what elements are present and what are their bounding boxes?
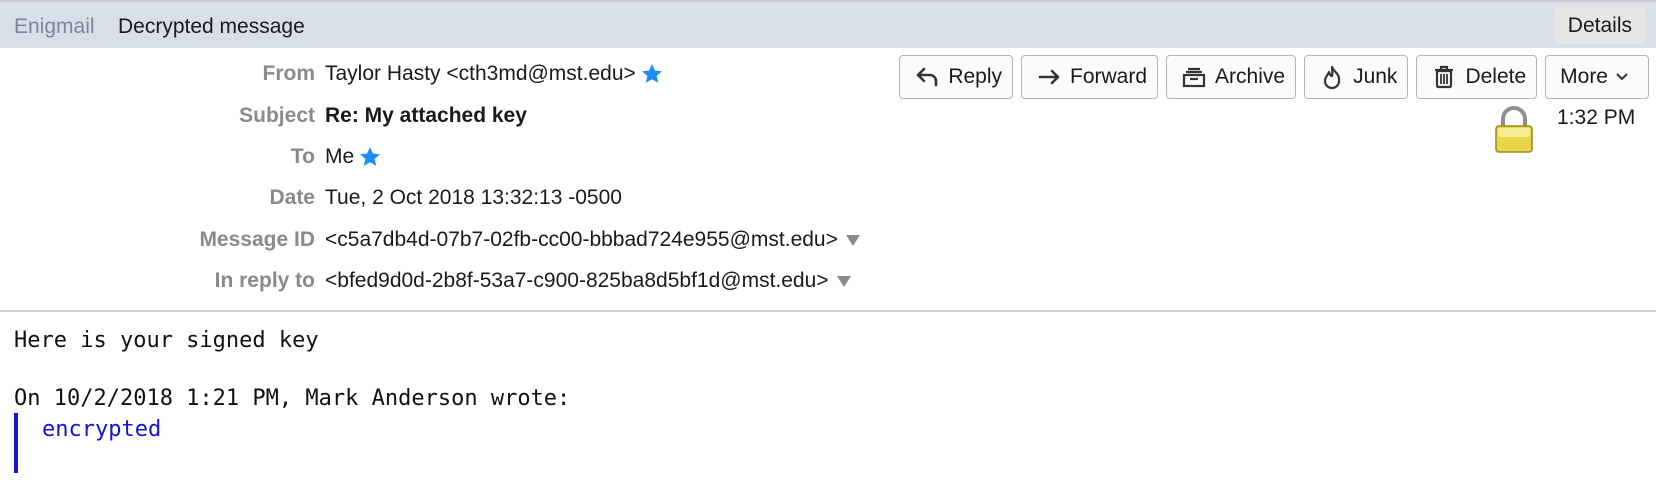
- message-id-label: Message ID: [199, 228, 315, 251]
- reply-label: Reply: [948, 65, 1003, 88]
- from-row: From Taylor Hasty <cth3md@mst.edu>: [0, 59, 664, 89]
- to-row: To Me: [0, 142, 382, 172]
- date-label: Date: [269, 186, 315, 209]
- archive-icon: [1182, 67, 1206, 88]
- reply-button[interactable]: Reply: [899, 55, 1014, 99]
- reply-icon: [917, 67, 938, 87]
- enigmail-label: Enigmail: [14, 15, 95, 38]
- to-value[interactable]: Me: [325, 145, 382, 169]
- more-button[interactable]: More: [1545, 55, 1649, 99]
- subject-label: Subject: [239, 104, 315, 127]
- message-body: Here is your signed key On 10/2/2018 1:2…: [14, 328, 570, 415]
- from-address[interactable]: Taylor Hasty <cth3md@mst.edu>: [325, 62, 636, 86]
- subject-value: Re: My attached key: [325, 104, 527, 127]
- to-label: To: [290, 145, 315, 168]
- in-reply-to-text[interactable]: <bfed9d0d-2b8f-53a7-c900-825ba8d5bf1d@ms…: [325, 269, 829, 293]
- message-id-row: Message ID <c5a7db4d-07b7-02fb-cc00-bbba…: [0, 225, 860, 255]
- quoted-text: encrypted: [42, 417, 162, 442]
- star-icon[interactable]: [358, 145, 382, 169]
- quote-attribution: On 10/2/2018 1:21 PM, Mark Anderson wrot…: [14, 386, 571, 411]
- forward-label: Forward: [1070, 65, 1148, 88]
- dropdown-triangle-icon[interactable]: [845, 234, 860, 246]
- details-button[interactable]: Details: [1553, 8, 1646, 44]
- chevron-down-icon: [1616, 73, 1628, 81]
- forward-icon: [1038, 69, 1060, 85]
- date-value: Tue, 2 Oct 2018 13:32:13 -0500: [325, 186, 622, 209]
- quote-bar: [14, 413, 18, 473]
- archive-label: Archive: [1215, 65, 1286, 88]
- forward-button[interactable]: Forward: [1021, 55, 1159, 99]
- subject-row: Subject Re: My attached key: [0, 101, 527, 131]
- junk-label: Junk: [1353, 65, 1398, 88]
- message-time: 1:32 PM: [1557, 106, 1636, 129]
- enigmail-status-text: Decrypted message: [118, 15, 305, 38]
- lock-icon[interactable]: [1493, 105, 1535, 155]
- star-icon[interactable]: [640, 62, 664, 86]
- trash-icon: [1435, 65, 1454, 89]
- delete-label: Delete: [1465, 65, 1527, 88]
- in-reply-to-label: In reply to: [214, 269, 315, 292]
- body-line: Here is your signed key: [14, 328, 319, 353]
- in-reply-to-row: In reply to <bfed9d0d-2b8f-53a7-c900-825…: [0, 266, 851, 296]
- header-divider: [0, 310, 1656, 312]
- to-address[interactable]: Me: [325, 145, 354, 169]
- date-row: Date Tue, 2 Oct 2018 13:32:13 -0500: [0, 183, 622, 213]
- dropdown-triangle-icon[interactable]: [836, 275, 851, 287]
- flame-icon: [1323, 65, 1341, 90]
- junk-button[interactable]: Junk: [1304, 55, 1409, 99]
- message-toolbar: Reply Forward Archive Junk Delete More: [899, 55, 1649, 99]
- delete-button[interactable]: Delete: [1416, 55, 1538, 99]
- more-label: More: [1560, 65, 1608, 88]
- from-value[interactable]: Taylor Hasty <cth3md@mst.edu>: [325, 62, 664, 86]
- message-id-text: <c5a7db4d-07b7-02fb-cc00-bbbad724e955@ms…: [325, 228, 838, 251]
- archive-button[interactable]: Archive: [1166, 55, 1297, 99]
- message-id-value: <c5a7db4d-07b7-02fb-cc00-bbbad724e955@ms…: [325, 228, 860, 252]
- from-label: From: [262, 62, 316, 85]
- enigmail-status-bar: Enigmail Decrypted message Details: [0, 0, 1656, 48]
- in-reply-to-value: <bfed9d0d-2b8f-53a7-c900-825ba8d5bf1d@ms…: [325, 269, 851, 293]
